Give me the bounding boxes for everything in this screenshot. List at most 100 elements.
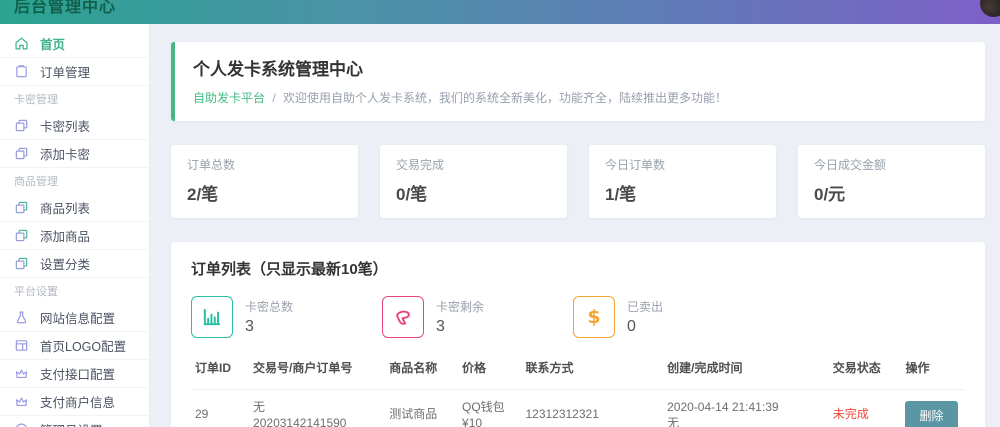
summary-card-remaining: 卡密剩余 3	[382, 296, 573, 338]
sidebar-item-logo-config[interactable]: 首页LOGO配置	[0, 332, 149, 360]
col-time: 创建/完成时间	[663, 353, 829, 390]
stat-card-completed: 交易完成 0/笔	[380, 145, 567, 218]
contact-cell: 12312312321	[521, 390, 663, 427]
summary-value: 3	[245, 318, 293, 336]
col-product: 商品名称	[385, 353, 458, 390]
dollar-icon: $	[573, 296, 615, 338]
layers-icon	[14, 228, 29, 243]
created-time: 2020-04-14 21:41:39	[667, 399, 825, 415]
summary-value: 3	[436, 318, 484, 336]
clipboard-icon	[14, 64, 29, 79]
home-icon	[14, 36, 29, 51]
dollar-glyph: $	[587, 306, 600, 328]
page-title: 个人发卡系统管理中心	[193, 55, 967, 80]
price-amount: ¥10	[462, 415, 517, 427]
sidebar-item-category[interactable]: 设置分类	[0, 250, 149, 278]
crown-icon	[14, 394, 29, 409]
sidebar-section-platform: 平台设置	[0, 278, 149, 304]
crown-icon	[14, 366, 29, 381]
hand-icon	[382, 296, 424, 338]
summary-label: 已卖出	[627, 298, 663, 315]
smiley-icon	[14, 422, 29, 427]
copy-icon	[14, 146, 29, 161]
order-list-title: 订单列表（只显示最新10笔）	[191, 258, 965, 279]
bar-chart-icon	[191, 296, 233, 338]
sidebar-item-label: 支付商户信息	[40, 392, 115, 411]
topbar: 后台管理中心	[0, 0, 1000, 24]
layers-icon	[14, 200, 29, 215]
summary-meta: 卡密总数 3	[245, 298, 293, 336]
stat-card-today-orders: 今日订单数 1/笔	[589, 145, 776, 218]
col-action: 操作	[901, 353, 965, 390]
sidebar-item-card-add[interactable]: 添加卡密	[0, 140, 149, 168]
col-trade-no: 交易号/商户订单号	[249, 353, 385, 390]
stat-value: 0/元	[814, 180, 969, 205]
flask-icon	[14, 310, 29, 325]
sidebar-item-label: 首页LOGO配置	[40, 336, 126, 355]
layout: 首页 订单管理 卡密管理 卡密列表 添加卡密 商品管理 商品	[0, 24, 1000, 427]
brand-label: 自助发卡平台	[193, 91, 265, 105]
avatar[interactable]	[980, 0, 1000, 17]
stat-value: 0/笔	[396, 180, 551, 205]
summary-card-sold: $ 已卖出 0	[573, 296, 764, 338]
sidebar-item-label: 管理员设置	[40, 420, 103, 427]
stat-label: 交易完成	[396, 156, 551, 173]
sidebar-item-product-add[interactable]: 添加商品	[0, 222, 149, 250]
order-id-cell: 29	[191, 390, 249, 427]
sidebar-section-products: 商品管理	[0, 168, 149, 194]
sidebar: 首页 订单管理 卡密管理 卡密列表 添加卡密 商品管理 商品	[0, 24, 150, 427]
welcome-card: 个人发卡系统管理中心 自助发卡平台 / 欢迎使用自助个人发卡系统，我们的系统全新…	[171, 42, 985, 121]
summary-meta: 卡密剩余 3	[436, 298, 484, 336]
stat-card-total-orders: 订单总数 2/笔	[171, 145, 358, 218]
summary-label: 卡密剩余	[436, 298, 484, 315]
sidebar-item-home[interactable]: 首页	[0, 30, 149, 58]
stat-value: 1/笔	[605, 180, 760, 205]
trade-no-line1: 无	[253, 399, 381, 415]
delete-button[interactable]: 删除	[905, 401, 957, 427]
summary-meta: 已卖出 0	[627, 298, 663, 336]
summary-label: 卡密总数	[245, 298, 293, 315]
welcome-subtitle: 自助发卡平台 / 欢迎使用自助个人发卡系统，我们的系统全新美化，功能齐全，陆续推…	[193, 89, 967, 106]
sidebar-item-label: 订单管理	[40, 62, 90, 81]
product-cell: 测试商品	[385, 390, 458, 427]
sidebar-item-label: 首页	[40, 34, 65, 53]
time-cell: 2020-04-14 21:41:39 无	[663, 390, 829, 427]
order-list-card: 订单列表（只显示最新10笔） 卡密总数 3 卡密剩余	[171, 242, 985, 427]
copy-icon	[14, 118, 29, 133]
trade-no-cell: 无 20203142141590	[249, 390, 385, 427]
price-cell: QQ钱包 ¥10	[458, 390, 521, 427]
stat-card-today-amount: 今日成交金额 0/元	[798, 145, 985, 218]
layout-icon	[14, 338, 29, 353]
sidebar-item-label: 添加卡密	[40, 144, 90, 163]
layers-icon	[14, 256, 29, 271]
sidebar-item-card-list[interactable]: 卡密列表	[0, 112, 149, 140]
sidebar-item-site-config[interactable]: 网站信息配置	[0, 304, 149, 332]
stats-row: 订单总数 2/笔 交易完成 0/笔 今日订单数 1/笔 今日成交金额 0/元	[171, 145, 985, 218]
sidebar-item-product-list[interactable]: 商品列表	[0, 194, 149, 222]
col-order-id: 订单ID	[191, 353, 249, 390]
col-status: 交易状态	[829, 353, 902, 390]
sidebar-item-label: 卡密列表	[40, 116, 90, 135]
completed-time: 无	[667, 415, 825, 427]
trade-no-line2: 20203142141590	[253, 415, 381, 427]
sidebar-item-pay-merchant[interactable]: 支付商户信息	[0, 388, 149, 416]
stat-label: 今日订单数	[605, 156, 760, 173]
action-cell: 删除	[901, 390, 965, 427]
sidebar-item-orders[interactable]: 订单管理	[0, 58, 149, 86]
sidebar-item-label: 添加商品	[40, 226, 90, 245]
stat-label: 今日成交金额	[814, 156, 969, 173]
app-title: 后台管理中心	[14, 0, 116, 17]
main-content: 个人发卡系统管理中心 自助发卡平台 / 欢迎使用自助个人发卡系统，我们的系统全新…	[150, 24, 1000, 427]
col-price: 价格	[458, 353, 521, 390]
order-table: 订单ID 交易号/商户订单号 商品名称 价格 联系方式 创建/完成时间 交易状态…	[191, 353, 965, 427]
sidebar-item-admin-settings[interactable]: 管理员设置	[0, 416, 149, 427]
summary-row: 卡密总数 3 卡密剩余 3 $	[191, 296, 965, 338]
summary-card-total: 卡密总数 3	[191, 296, 382, 338]
status-badge: 未完成	[829, 390, 902, 427]
sidebar-item-pay-api[interactable]: 支付接口配置	[0, 360, 149, 388]
table-row: 29 无 20203142141590 测试商品 QQ钱包 ¥10 123123…	[191, 390, 965, 427]
sidebar-item-label: 网站信息配置	[40, 308, 115, 327]
sidebar-item-label: 设置分类	[40, 254, 90, 273]
welcome-message: 欢迎使用自助个人发卡系统，我们的系统全新美化，功能齐全，陆续推出更多功能！	[283, 91, 727, 105]
pay-method: QQ钱包	[462, 399, 517, 415]
